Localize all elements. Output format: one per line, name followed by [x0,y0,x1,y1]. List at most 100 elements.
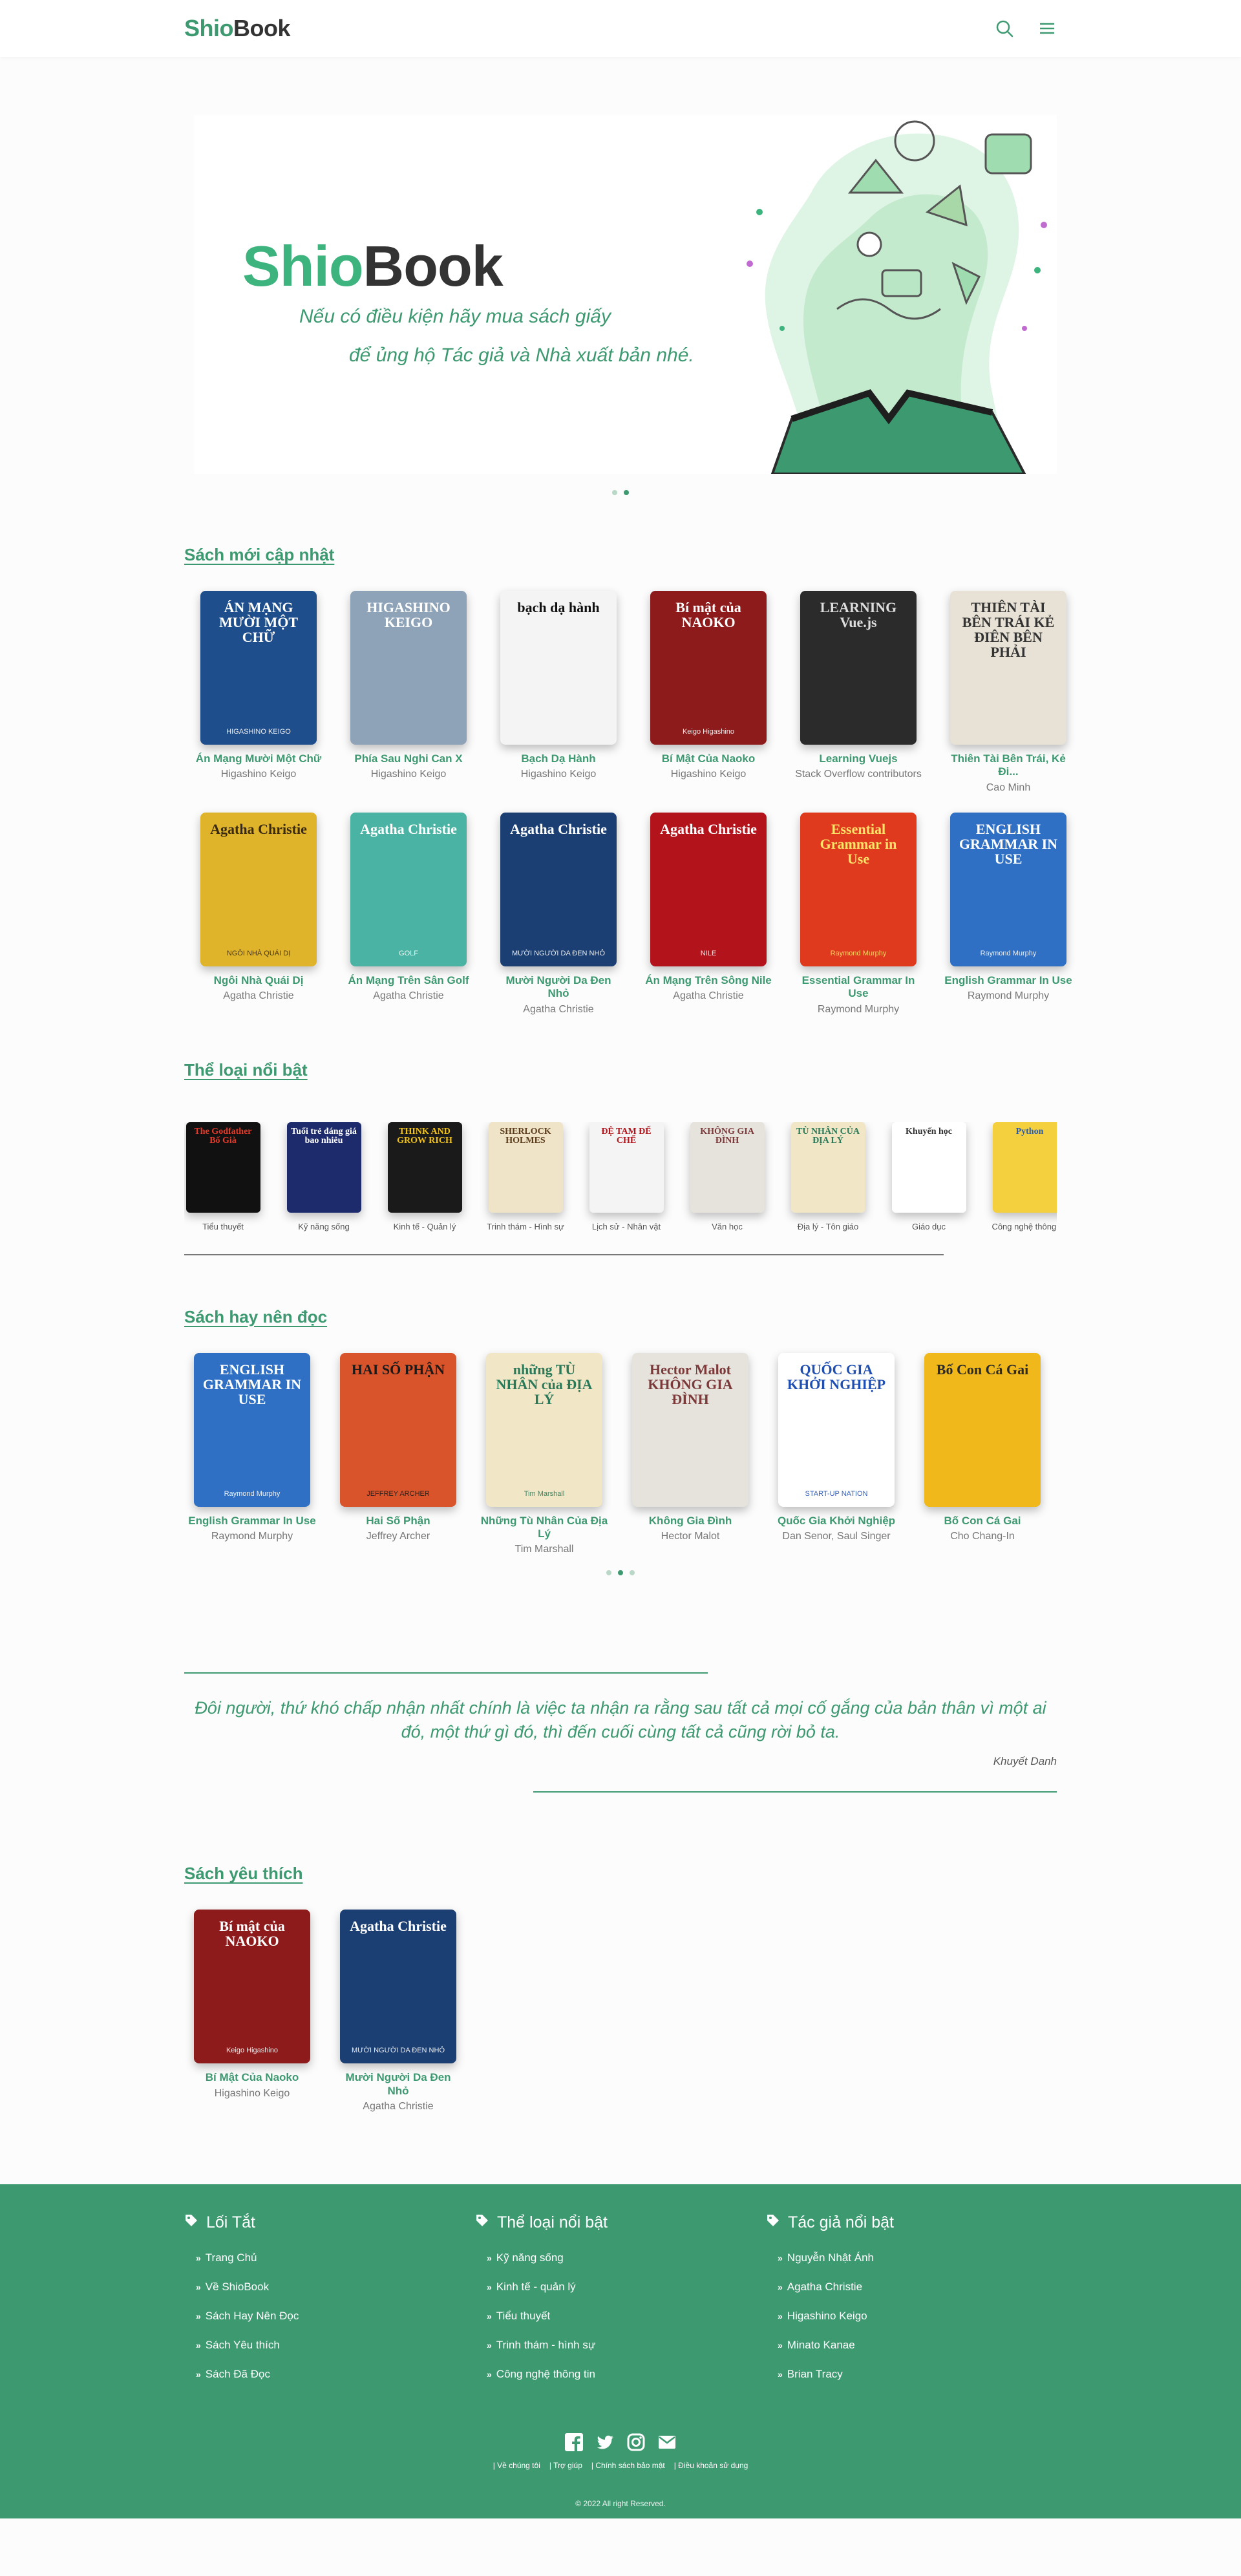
hero-slide[interactable]: ShioBook Nếu có điều kiện hãy mua sách g… [194,115,1057,475]
book-card[interactable]: Agatha Christie NILE Án Mạng Trên Sông Nil… [634,812,783,1016]
footer-link[interactable]: » Trang Chủ [196,2251,475,2264]
book-card[interactable]: HAI SỐ PHẬN JEFFREY ARCHER Hai Số Phận Jeff… [340,1352,456,1557]
footer-link[interactable]: » Về ShioBook [196,2281,475,2294]
new-books-title[interactable]: Sách mới cập nhật [184,545,334,565]
facebook-icon[interactable] [564,2432,584,2452]
footer-link[interactable]: » Trinh thám - hình sự [487,2339,766,2352]
book-card[interactable]: Agatha Christie GOLF Án Mạng Trên Sân Golf… [334,812,483,1016]
footer-link[interactable]: » Brian Tracy [778,2368,1057,2381]
book-card[interactable]: Essential Grammar in Use Raymond Murphy Es… [784,812,933,1016]
footer-link[interactable]: » Sách Đã Đọc [196,2368,475,2381]
footer-link[interactable]: » Sách Hay Nên Đọc [196,2310,475,2323]
search-icon[interactable] [995,19,1014,38]
book-card[interactable]: QUỐC GIA KHỞI NGHIỆP START-UP NATION Quốc … [778,1352,895,1557]
double-chevron-right-icon: » [487,2311,492,2321]
book-title[interactable]: Bí Mật Của Naoko [187,2071,317,2084]
category-item[interactable]: Khuyến học Giáo dục [890,1122,968,1231]
email-icon[interactable] [657,2432,677,2452]
category-item[interactable]: The Godfather Bố Già Tiểu thuyết [184,1122,262,1231]
hero-slogan-line2: để ủng hộ Tác giả và Nhà xuất bản nhé. [349,345,694,366]
hero-dot-2[interactable] [624,490,629,495]
book-card[interactable]: Agatha Christie NGÔI NHÀ QUÁI DỊ Ngôi Nhà … [184,812,333,1016]
footer-link[interactable]: » Nguyễn Nhật Ánh [778,2251,1057,2264]
legal-link[interactable]: | Chính sách bảo mật [591,2461,665,2470]
book-title[interactable]: Bí Mật Của Naoko [644,752,773,765]
book-title[interactable]: Không Gia Đình [626,1515,755,1528]
carousel-dot[interactable] [618,1570,623,1576]
footer-col-authors-list: » Nguyễn Nhật Ánh » Agatha Christie » Higashi… [766,2251,1057,2381]
book-card[interactable]: THIÊN TÀI BÊN TRÁI KẺ ĐIÊN BÊN PHẢI Thiên… [934,591,1083,794]
book-title[interactable]: English Grammar In Use [187,1515,317,1528]
book-title[interactable]: Hai Số Phận [334,1515,463,1528]
legal-link[interactable]: | Điều khoản sử dụng [674,2461,748,2470]
footer-link[interactable]: » Sách Yêu thích [196,2339,475,2352]
book-title[interactable]: Thiên Tài Bên Trái, Kẻ Đi... [944,752,1073,779]
book-title[interactable]: English Grammar In Use [944,974,1073,987]
book-card[interactable]: ENGLISH GRAMMAR IN USE Raymond Murphy Engl… [188,1352,316,1557]
book-card[interactable]: Agatha Christie MƯỜI NGƯỜI DA ĐEN NHỎ Mười… [340,1910,456,2113]
book-card[interactable]: LEARNING Vue.js Learning Vuejs Stack Overf… [784,591,933,794]
book-card[interactable]: bạch dạ hành Bạch Dạ Hành Higashino Keigo [484,591,633,794]
favorites-title[interactable]: Sách yêu thích [184,1864,303,1884]
footer-link[interactable]: » Minato Kanae [778,2339,1057,2352]
book-title[interactable]: Những Tù Nhân Của Địa Lý [480,1515,609,1541]
carousel-dot[interactable] [606,1570,611,1576]
category-item[interactable]: SHERLOCK HOLMES Trinh thám - Hình sự [487,1122,564,1231]
recommended-title[interactable]: Sách hay nên đọc [184,1307,327,1327]
footer-link[interactable]: » Tiểu thuyết [487,2310,766,2323]
book-title[interactable]: Mười Người Da Đen Nhỏ [334,2071,463,2098]
book-title[interactable]: Án Mạng Trên Sông Nile [644,974,773,987]
book-title[interactable]: Mười Người Da Đen Nhỏ [494,974,623,1001]
category-item[interactable]: TÙ NHÂN CỦA ĐỊA LÝ Địa lý - Tôn giáo [789,1122,867,1231]
book-card[interactable]: Bí mật của NAOKO Keigo Higashino Bí Mật Củ… [634,591,783,794]
footer-link-label: Kỹ năng sống [496,2251,564,2264]
book-card[interactable]: Bố Con Cá Gai Bố Con Cá Gai Cho Chang-In [924,1352,1041,1557]
twitter-icon[interactable] [595,2432,615,2452]
new-books-section: Sách mới cập nhật ÁN MẠNG MƯỜI MỘT CHỮ HI… [184,545,1072,1016]
instagram-icon[interactable] [626,2432,646,2452]
footer-col-shortcuts-title: Lối Tắt [206,2213,255,2231]
footer-link-label: Higashino Keigo [787,2310,867,2322]
book-title[interactable]: Essential Grammar In Use [794,974,923,1001]
book-card[interactable]: Hector Malot KHÔNG GIA ĐÌNH Không Gia Đìn… [632,1352,748,1557]
category-item[interactable]: ĐỆ TAM ĐẾ CHẾ Lịch sử - Nhân vật [588,1122,665,1231]
book-title[interactable]: Án Mạng Mười Một Chữ [194,752,323,765]
book-card[interactable]: những TÙ NHÂN của ĐỊA LÝ Tim Marshall Nhữn… [481,1352,608,1557]
category-item[interactable]: Tuổi trẻ đáng giá bao nhiêu Kỹ năng sống [285,1122,363,1231]
book-title[interactable]: Learning Vuejs [794,752,923,765]
book-title[interactable]: Ngôi Nhà Quái Dị [194,974,323,987]
category-item[interactable]: KHÔNG GIA ĐÌNH Văn học [688,1122,766,1231]
book-card[interactable]: ENGLISH GRAMMAR IN USE Raymond Murphy Engl… [934,812,1083,1016]
book-card[interactable]: Bí mật của NAOKO Keigo Higashino Bí Mật Củ… [194,1910,310,2113]
book-title[interactable]: Bạch Dạ Hành [494,752,623,765]
book-author: Agatha Christie [373,990,444,1002]
footer-link[interactable]: » Kinh tế - quản lý [487,2281,766,2294]
book-cover-image: Python [992,1122,1057,1213]
book-cover-image: Agatha Christie GOLF [350,812,467,966]
legal-link[interactable]: | Trợ giúp [549,2461,582,2470]
footer-link[interactable]: » Kỹ năng sống [487,2251,766,2264]
category-item[interactable]: Python Công nghệ thông tin [991,1122,1057,1231]
hamburger-menu-icon[interactable] [1037,19,1057,38]
book-card[interactable]: ÁN MẠNG MƯỜI MỘT CHỮ HIGASHINO KEIGO Án Mạ… [184,591,333,794]
footer-link[interactable]: » Công nghệ thông tin [487,2368,766,2381]
book-title[interactable]: Bố Con Cá Gai [918,1515,1047,1528]
book-author: Agatha Christie [673,990,744,1002]
book-cover-title: ĐỆ TAM ĐẾ CHẾ [601,1126,652,1146]
double-chevron-right-icon: » [196,2311,201,2321]
footer-link[interactable]: » Higashino Keigo [778,2310,1057,2323]
footer-link[interactable]: » Agatha Christie [778,2281,1057,2294]
book-cover-image: Bố Con Cá Gai [924,1352,1041,1507]
footer-link-label: Tiểu thuyết [496,2310,551,2322]
hero-dot-1[interactable] [612,490,617,495]
carousel-dot[interactable] [630,1570,635,1576]
book-title[interactable]: Quốc Gia Khởi Nghiệp [772,1515,901,1528]
category-item[interactable]: THINK AND GROW RICH Kinh tế - Quản lý [386,1122,463,1231]
categories-title[interactable]: Thể loại nổi bật [184,1060,308,1080]
site-logo[interactable]: ShioBook [184,15,291,42]
legal-link[interactable]: | Về chúng tôi [493,2461,540,2470]
book-title[interactable]: Án Mạng Trên Sân Golf [344,974,473,987]
book-title[interactable]: Phía Sau Nghi Can X [344,752,473,765]
book-card[interactable]: HIGASHINO KEIGO Phía Sau Nghi Can X Higash… [334,591,483,794]
book-card[interactable]: Agatha Christie MƯỜI NGƯỜI DA ĐEN NHỎ Mười… [484,812,633,1016]
